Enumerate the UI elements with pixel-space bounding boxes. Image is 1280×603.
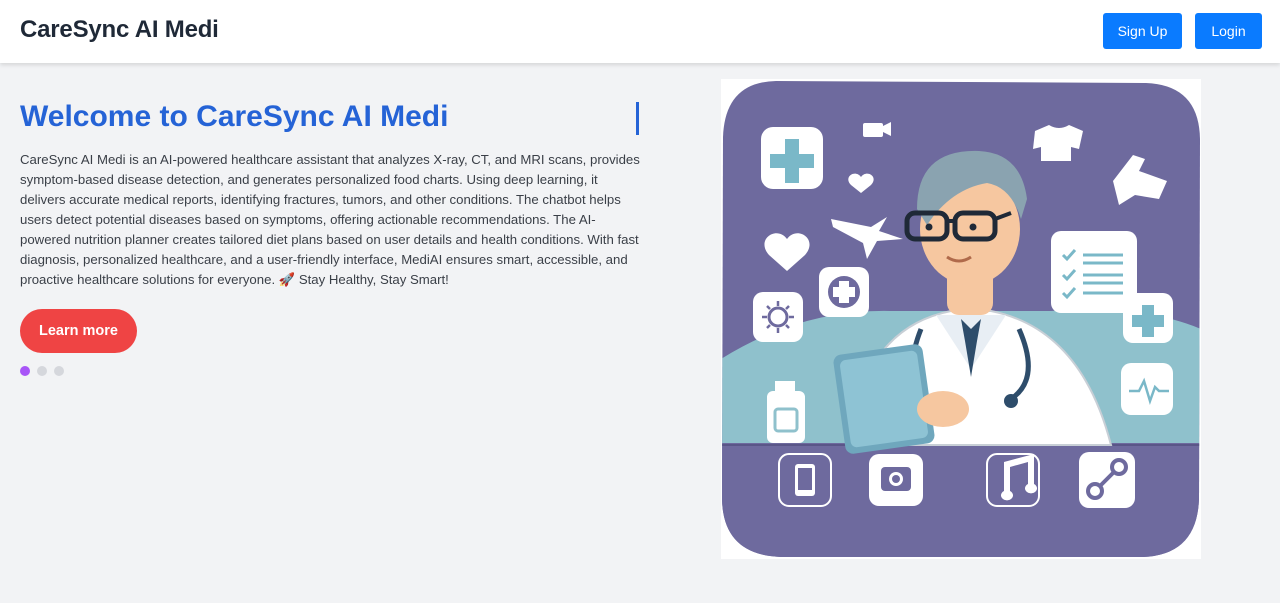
brand-logo[interactable]: CareSync AI Medi bbox=[20, 16, 219, 44]
medical-cross-icon bbox=[761, 127, 823, 189]
typing-cursor bbox=[636, 102, 639, 135]
heartbeat-icon bbox=[1121, 363, 1173, 415]
login-button[interactable]: Login bbox=[1195, 13, 1262, 49]
top-navbar: CareSync AI Medi Sign Up Login bbox=[0, 0, 1280, 63]
camera-icon bbox=[869, 454, 923, 506]
doctor-illustration bbox=[722, 81, 1200, 557]
hero-title: Welcome to CareSync AI Medi bbox=[20, 100, 449, 133]
clipboard-tablet bbox=[833, 344, 935, 454]
carousel-dot-1[interactable] bbox=[20, 366, 30, 376]
signup-button[interactable]: Sign Up bbox=[1103, 13, 1182, 49]
carousel-dot-2[interactable] bbox=[37, 366, 47, 376]
hero-description: CareSync AI Medi is an AI-powered health… bbox=[20, 152, 640, 287]
virus-icon bbox=[753, 292, 803, 342]
hero-illustration bbox=[721, 79, 1201, 559]
carousel-indicators bbox=[20, 366, 64, 376]
plus-circle-icon bbox=[819, 267, 869, 317]
cross-badge-icon bbox=[1123, 293, 1173, 343]
carousel-dot-3[interactable] bbox=[54, 366, 64, 376]
learn-more-button[interactable]: Learn more bbox=[20, 309, 137, 353]
link-icon bbox=[1079, 452, 1135, 508]
